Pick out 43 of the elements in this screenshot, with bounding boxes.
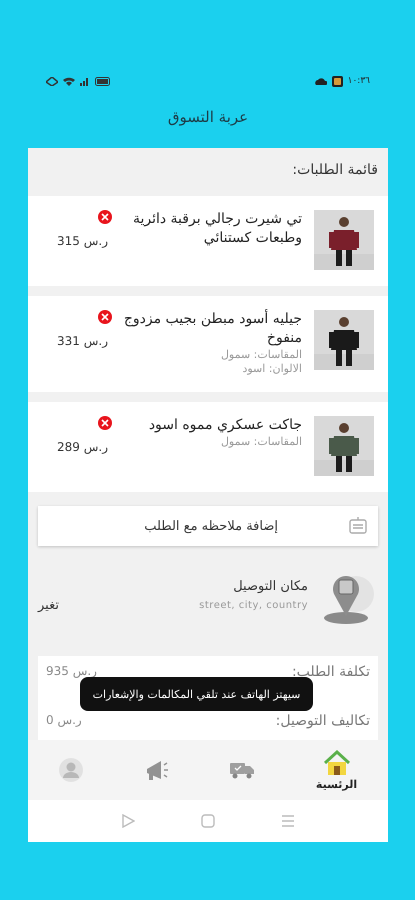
product-detail: المقاسات: سمول: [220, 435, 302, 449]
product-name: جاكت عسكري مموه اسود: [148, 416, 302, 435]
menu-icon: [281, 815, 295, 827]
cost-label: تكاليف التوصيل:: [276, 713, 370, 729]
remove-button[interactable]: [98, 416, 112, 430]
nav-tab[interactable]: الرئسية: [316, 750, 358, 790]
product-name: جيليه أسود مبطن بجيب مزدوج منفوخ: [122, 310, 302, 348]
battery-icon: [95, 76, 111, 86]
close-icon: [101, 419, 109, 427]
toast-message: سيهتز الهاتف عند تلقي المكالمات والإشعارات: [80, 677, 313, 711]
product-name: تي شيرت رجالي برقبة دائرية وطبعات كستنائي: [132, 210, 302, 248]
nav-tab[interactable]: [144, 759, 169, 781]
delivery-title: مكان التوصيل: [232, 579, 308, 594]
cost-label: تكلفة الطلب:: [292, 664, 370, 680]
hotspot-icon: [46, 76, 58, 86]
note-icon: [348, 516, 368, 536]
change-link[interactable]: تغير: [38, 598, 59, 613]
add-note-button[interactable]: إضافة ملاحظه مع الطلب: [38, 506, 378, 546]
megaphone-icon: [144, 759, 169, 781]
app-icon: [332, 76, 343, 86]
remove-button[interactable]: [98, 210, 112, 224]
section-title: قائمة الطلبات:: [291, 161, 379, 180]
remove-button[interactable]: [98, 310, 112, 324]
avatar-icon: [58, 758, 83, 782]
close-icon: [101, 313, 109, 321]
product-detail: المقاسات: سمول: [220, 348, 302, 362]
back-icon: [121, 814, 135, 828]
status-time: ١٠:٣٦: [348, 76, 370, 86]
house-icon: [322, 750, 351, 776]
wifi-icon: [63, 76, 75, 86]
cloud-icon: [314, 77, 327, 85]
price: 331 ر.س: [57, 334, 108, 348]
nav-tab[interactable]: [230, 761, 254, 779]
truck-icon: [230, 761, 254, 779]
signal-icon: [80, 76, 90, 86]
price: 315 ر.س: [57, 234, 108, 248]
price: 289 ر.س: [57, 440, 108, 454]
close-icon: [101, 213, 109, 221]
home-button-icon: [201, 814, 215, 828]
screen-title: عربة التسوق: [166, 108, 250, 126]
address-text: street, city, country: [199, 600, 308, 611]
product-detail: الالوان: اسود: [241, 362, 302, 376]
cost-value: 0 ر.س: [46, 713, 82, 729]
